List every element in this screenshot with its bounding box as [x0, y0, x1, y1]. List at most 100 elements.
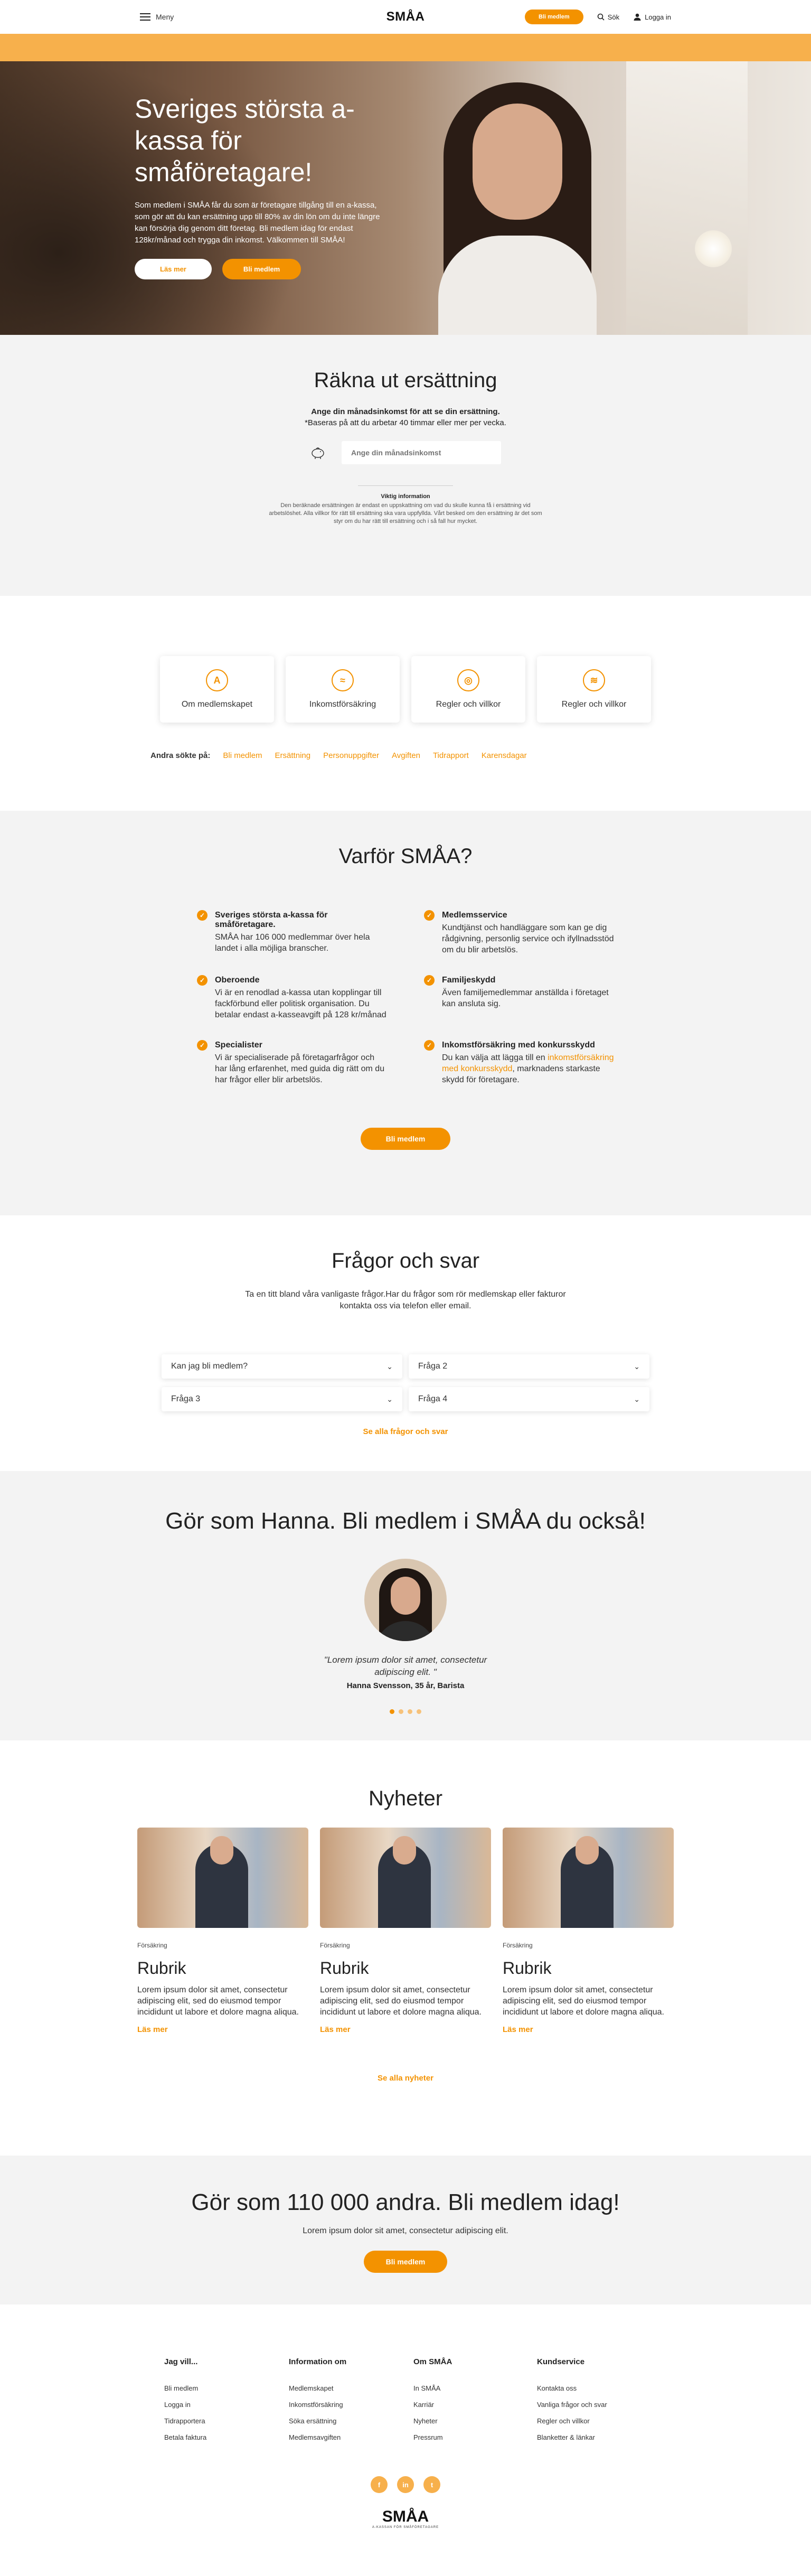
news-headline[interactable]: Rubrik [137, 1959, 308, 1978]
monthly-income-input[interactable] [342, 441, 501, 464]
why-item-title: Oberoende [215, 976, 260, 985]
menu-label: Meny [156, 13, 174, 21]
faq-item[interactable]: Fråga 3 ⌄ [162, 1387, 402, 1411]
card-membership[interactable]: A Om medlemskapet [160, 656, 274, 723]
news-section: Nyheter Försäkring Rubrik Lorem ipsum do… [0, 1740, 811, 2156]
promo-band [0, 34, 811, 61]
header-join-button[interactable]: Bli medlem [525, 10, 583, 24]
user-icon [634, 13, 641, 21]
chevron-down-icon: ⌄ [386, 1362, 393, 1371]
check-icon: ✓ [424, 910, 435, 921]
news-read-more-link[interactable]: Läs mer [137, 2025, 168, 2034]
carousel-dot[interactable] [417, 1709, 421, 1714]
news-read-more-link[interactable]: Läs mer [503, 2025, 533, 2034]
why-item: ✓ Oberoende Vi är en renodlad a-kassa uta… [197, 975, 387, 1020]
footer-link[interactable]: Nyheter [413, 2417, 537, 2425]
why-item: ✓ Familjeskydd Även familjemedlemmar anst… [424, 975, 614, 1020]
news-excerpt: Lorem ipsum dolor sit amet, consectetur … [320, 1985, 482, 2017]
footer-tagline: A-KASSAN FÖR SMÅFÖRETAGARE [372, 2526, 439, 2529]
chevron-down-icon: ⌄ [386, 1394, 393, 1403]
hero-join-button[interactable]: Bli medlem [222, 259, 301, 279]
news-see-all-link[interactable]: Se alla nyheter [0, 2074, 811, 2083]
news-excerpt: Lorem ipsum dolor sit amet, consectetur … [503, 1985, 664, 2017]
cta-join-button[interactable]: Bli medlem [363, 2251, 448, 2273]
footer-heading: Kundservice [537, 2357, 585, 2366]
search-link-personal-data[interactable]: Personuppgifter [323, 751, 379, 760]
news-image[interactable] [137, 1828, 308, 1928]
card-rules[interactable]: ◎ Regler och villkor [411, 656, 525, 723]
footer-link[interactable]: In SMÅA [413, 2384, 537, 2392]
footer-link[interactable]: Inkomstförsäkring [289, 2401, 413, 2409]
footer-heading: Jag vill... [164, 2357, 198, 2366]
search-link-time-report[interactable]: Tidrapport [433, 751, 469, 760]
news-read-more-link[interactable]: Läs mer [320, 2025, 351, 2034]
footer-link[interactable]: Söka ersättning [289, 2417, 413, 2425]
footer-link[interactable]: Regler och villkor [537, 2417, 662, 2425]
footer-link[interactable]: Medlemskapet [289, 2384, 413, 2392]
why-item-title: Familjeskydd [442, 976, 496, 985]
site-footer: Jag vill... Bli medlem Logga in Tidrappo… [0, 2305, 811, 2573]
footer-link[interactable]: Logga in [164, 2401, 289, 2409]
site-logo[interactable]: SMÅA [386, 10, 425, 24]
site-header: Meny SMÅA Bli medlem Sök Logga in [0, 0, 811, 34]
membership-icon: A [206, 669, 228, 691]
footer-logo[interactable]: SMÅA [0, 2508, 811, 2526]
search-link-join[interactable]: Bli medlem [223, 751, 262, 760]
why-item: ✓ Medlemsservice Kundtjänst och handlägga… [424, 910, 614, 956]
footer-link[interactable]: Tidrapportera [164, 2417, 289, 2425]
piggy-bank-icon [312, 447, 324, 459]
news-headline[interactable]: Rubrik [320, 1959, 491, 1978]
umbrella-icon: ≈ [332, 669, 354, 691]
card-rules-2[interactable]: ≋ Regler och villkor [537, 656, 651, 723]
why-item-text: Kundtjänst och handläggare som kan ge di… [442, 923, 614, 954]
footer-link[interactable]: Pressrum [413, 2433, 537, 2441]
news-image[interactable] [503, 1828, 674, 1928]
why-item-text: Vi är specialiserade på företagarfrågor … [215, 1053, 385, 1084]
news-headline[interactable]: Rubrik [503, 1959, 674, 1978]
why-item-title: Inkomstförsäkring med konkursskydd [442, 1041, 595, 1050]
footer-link[interactable]: Bli medlem [164, 2384, 289, 2392]
why-join-button[interactable]: Bli medlem [360, 1128, 451, 1150]
news-title: Nyheter [368, 1787, 443, 1810]
info-title: Viktig information [381, 493, 430, 500]
search-icon [597, 13, 605, 21]
carousel-dot[interactable] [408, 1709, 412, 1714]
why-item: ✓ Specialister Vi är specialiserade på fö… [197, 1040, 387, 1085]
footer-link[interactable]: Vanliga frågor och svar [537, 2401, 662, 2409]
linkedin-icon[interactable]: in [397, 2476, 414, 2493]
card-label: Regler och villkor [436, 700, 501, 709]
search-link-compensation[interactable]: Ersättning [275, 751, 311, 760]
faq-intro: Ta en titt bland våra vanligaste frågor.… [245, 1290, 566, 1310]
twitter-icon[interactable]: t [423, 2476, 440, 2493]
footer-link[interactable]: Blanketter & länkar [537, 2433, 662, 2441]
login-link[interactable]: Logga in [633, 13, 671, 21]
why-section: Varför SMÅA? ✓ Sveriges största a-kassa … [0, 811, 811, 1215]
footer-link[interactable]: Medlemsavgiften [289, 2433, 413, 2441]
news-card: Försäkring Rubrik Lorem ipsum dolor sit … [137, 1828, 308, 2035]
faq-item[interactable]: Fråga 4 ⌄ [409, 1387, 649, 1411]
faq-item[interactable]: Fråga 2 ⌄ [409, 1354, 649, 1379]
why-item: ✓ Sveriges största a-kassa för småföreta… [197, 910, 387, 956]
faq-see-all-link[interactable]: Se alla frågor och svar [363, 1427, 448, 1436]
footer-link[interactable]: Betala faktura [164, 2433, 289, 2441]
hero-read-more-button[interactable]: Läs mer [135, 259, 212, 279]
carousel-dot[interactable] [399, 1709, 403, 1714]
search-link[interactable]: Sök [597, 13, 619, 21]
hero-lamp-light [695, 230, 732, 267]
footer-link[interactable]: Kontakta oss [537, 2384, 662, 2392]
carousel-dot[interactable] [390, 1709, 394, 1714]
card-label: Regler och villkor [561, 700, 627, 709]
why-item-title: Medlemsservice [442, 911, 507, 920]
faq-question: Fråga 3 [171, 1394, 201, 1403]
menu-button[interactable]: Meny [140, 13, 174, 21]
search-link-fee[interactable]: Avgiften [392, 751, 420, 760]
card-income-insurance[interactable]: ≈ Inkomstförsäkring [286, 656, 400, 723]
news-card: Försäkring Rubrik Lorem ipsum dolor sit … [320, 1828, 491, 2035]
cta-title: Gör som 110 000 andra. Bli medlem idag! [191, 2189, 620, 2215]
footer-link[interactable]: Karriär [413, 2401, 537, 2409]
faq-item[interactable]: Kan jag bli medlem? ⌄ [162, 1354, 402, 1379]
facebook-icon[interactable]: f [371, 2476, 388, 2493]
card-label: Om medlemskapet [181, 700, 253, 709]
news-image[interactable] [320, 1828, 491, 1928]
search-link-waiting-days[interactable]: Karensdagar [482, 751, 527, 760]
